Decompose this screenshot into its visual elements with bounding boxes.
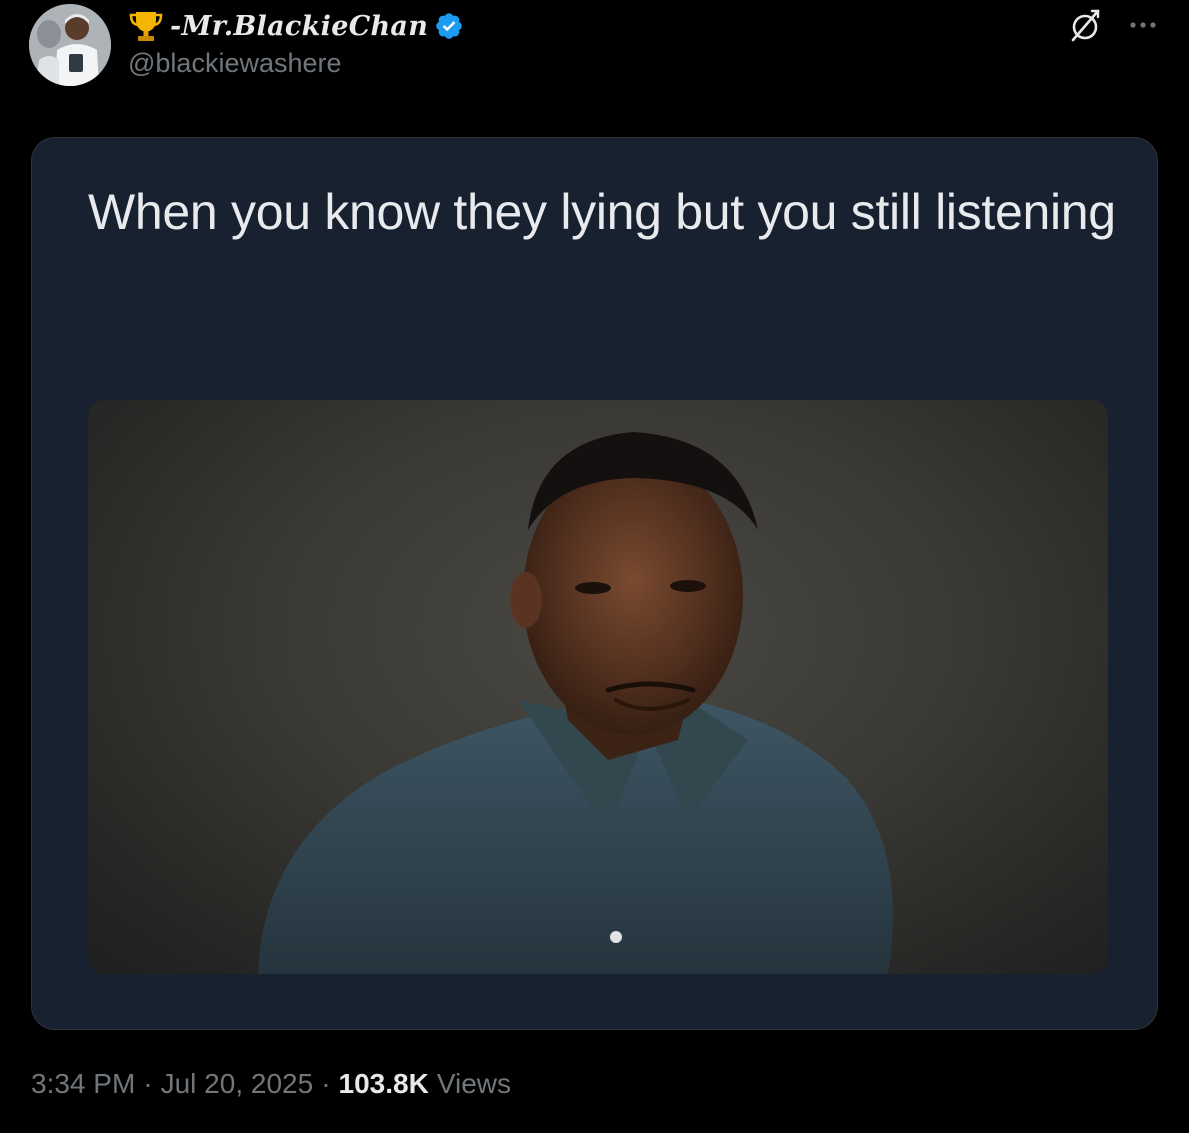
meme-caption: When you know they lying but you still l… <box>88 184 1116 240</box>
avatar[interactable] <box>29 4 111 86</box>
meme-photo <box>88 400 1108 974</box>
meta-separator: · <box>143 1068 153 1099</box>
verified-badge-icon[interactable] <box>434 11 464 41</box>
grok-button[interactable] <box>1066 6 1104 44</box>
more-options-button[interactable] <box>1122 6 1164 44</box>
meta-separator: · <box>321 1068 331 1099</box>
views-count[interactable]: 103.8K <box>339 1068 429 1100</box>
display-name[interactable]: -Mr.BlackieChan <box>128 6 464 46</box>
views-label: Views <box>436 1068 511 1099</box>
tweet-date[interactable]: Jul 20, 2025 <box>161 1068 314 1100</box>
grok-icon <box>1071 9 1100 42</box>
trophy-icon <box>129 12 163 41</box>
more-options-icon <box>1130 22 1156 28</box>
tweet-meta: 3:34 PM · Jul 20, 2025 · 103.8K Views <box>31 1068 511 1100</box>
tweet-time[interactable]: 3:34 PM <box>31 1068 135 1100</box>
author-handle[interactable]: @blackiewashere <box>128 48 342 79</box>
display-name-text[interactable]: -Mr.BlackieChan <box>170 11 428 42</box>
tweet-media[interactable]: When you know they lying but you still l… <box>31 137 1158 1030</box>
